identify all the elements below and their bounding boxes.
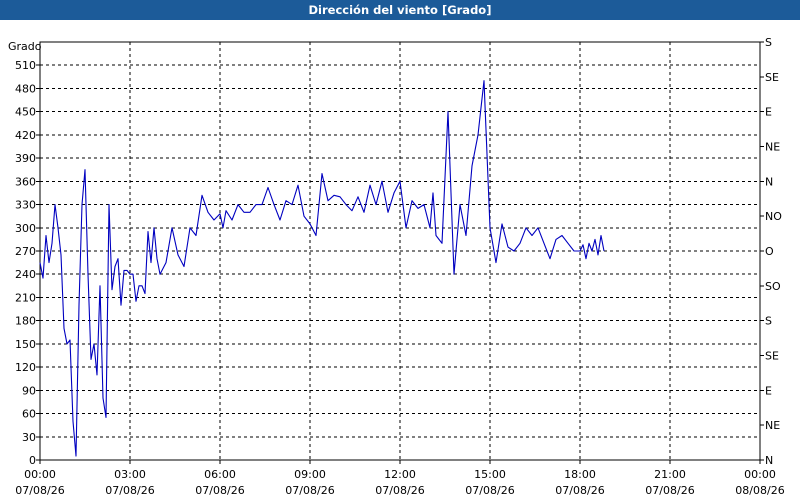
y-tick-label: 390	[15, 152, 36, 165]
y-tick-label: 480	[15, 82, 36, 95]
right-axis-label: E	[765, 384, 772, 397]
right-axis-label: SE	[765, 71, 779, 84]
right-axis-label: NO	[765, 210, 782, 223]
right-axis-label: N	[765, 175, 773, 188]
x-tick-time: 03:00	[114, 468, 146, 481]
x-tick-time: 00:00	[24, 468, 56, 481]
x-tick-date: 07/08/26	[105, 484, 154, 497]
right-axis-label: O	[765, 245, 774, 258]
y-tick-label: 150	[15, 338, 36, 351]
right-axis-label: S	[765, 315, 772, 328]
right-axis-label: SO	[765, 280, 781, 293]
x-tick-date: 07/08/26	[645, 484, 694, 497]
y-tick-label: 180	[15, 315, 36, 328]
x-tick-time: 21:00	[654, 468, 686, 481]
x-tick-date: 07/08/26	[285, 484, 334, 497]
right-axis-label: NE	[765, 141, 780, 154]
chart-title: Dirección del viento [Grado]	[0, 0, 800, 20]
y-tick-label: 90	[22, 384, 36, 397]
y-axis-title: Grado	[8, 40, 42, 53]
wind-direction-chart: 0 30 60 90 120 150 180 210 240 270 300 330 360 390 420…	[8, 36, 785, 497]
y-tick-label: 30	[22, 431, 36, 444]
y-tick-label: 510	[15, 59, 36, 72]
x-tick-time: 15:00	[474, 468, 506, 481]
x-tick-date: 07/08/26	[195, 484, 244, 497]
y-tick-label: 210	[15, 291, 36, 304]
y-tick-label: 300	[15, 222, 36, 235]
y-tick-label: 120	[15, 361, 36, 374]
x-tick-date: 08/08/26	[735, 484, 784, 497]
y-tick-label: 0	[29, 454, 36, 467]
x-tick-time: 06:00	[204, 468, 236, 481]
x-tick-date: 07/08/26	[555, 484, 604, 497]
x-tick-time: 12:00	[384, 468, 416, 481]
right-axis-label: SE	[765, 350, 779, 363]
wind-direction-line	[39, 80, 605, 457]
y-tick-label: 330	[15, 199, 36, 212]
x-tick-time: 00:00	[744, 468, 776, 481]
x-tick-time: 09:00	[294, 468, 326, 481]
y-tick-label: 360	[15, 175, 36, 188]
right-axis-label: NE	[765, 419, 780, 432]
right-axis-label: E	[765, 106, 772, 119]
x-tick-date: 07/08/26	[375, 484, 424, 497]
right-axis-label: S	[765, 36, 772, 49]
y-tick-label: 450	[15, 106, 36, 119]
right-axis-label: N	[765, 454, 773, 467]
x-tick-time: 18:00	[564, 468, 596, 481]
y-tick-label: 270	[15, 245, 36, 258]
y-tick-label: 60	[22, 408, 36, 421]
y-tick-label: 240	[15, 268, 36, 281]
x-tick-date: 07/08/26	[15, 484, 64, 497]
x-tick-date: 07/08/26	[465, 484, 514, 497]
y-tick-label: 420	[15, 129, 36, 142]
